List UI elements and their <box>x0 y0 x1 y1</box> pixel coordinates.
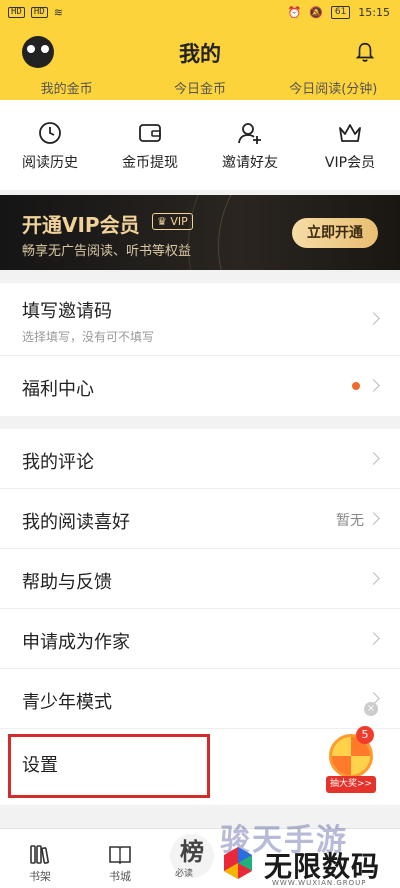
teen-mode-row[interactable]: 青少年模式 <box>0 669 400 729</box>
watermark-url: WWW.WUXIAN.GROUP <box>272 879 367 887</box>
row-label: 我的评论 <box>22 452 94 473</box>
lottery-count-badge: 5 <box>356 726 374 744</box>
reading-preference-row[interactable]: 我的阅读喜好 暂无 <box>0 489 400 549</box>
header: HD HD ≋ ⏰ 🔕 61 15:15 我的 我的金币 今日金币 今日阅读(分… <box>0 0 400 100</box>
stat-label: 今日金币 <box>173 82 226 97</box>
quick-actions: 阅读历史 金币提现 邀请好友 VIP会员 <box>0 100 400 190</box>
row-label: 帮助与反馈 <box>22 572 112 593</box>
invite-friends-button[interactable]: 邀请好友 <box>200 100 300 190</box>
lottery-label: 抽大奖>> <box>326 776 376 793</box>
crown-icon <box>339 124 361 142</box>
status-bar: HD HD ≋ ⏰ 🔕 61 15:15 <box>0 0 400 28</box>
stats-row: 我的金币 今日金币 今日阅读(分钟) <box>0 78 400 98</box>
watermark: 骏天手游 无限数码 WWW.WUXIAN.GROUP <box>200 815 400 888</box>
chevron-right-icon <box>367 511 380 525</box>
book-icon <box>109 846 131 865</box>
vip-subtitle: 畅享无广告阅读、听书等权益 <box>22 244 192 259</box>
page-title: 我的 <box>179 42 221 66</box>
tab-label: 书城 <box>109 870 131 883</box>
tab-ranking-label: 必读 <box>175 869 194 879</box>
row-subtitle: 选择填写，没有可不填写 <box>22 330 155 344</box>
become-writer-row[interactable]: 申请成为作家 <box>0 609 400 669</box>
watermark-logo-icon <box>224 847 252 879</box>
my-comments-row[interactable]: 我的评论 <box>0 429 400 489</box>
clock-time: 15:15 <box>358 6 390 19</box>
invite-code-row[interactable]: 填写邀请码 选择填写，没有可不填写 <box>0 283 400 356</box>
stat-label: 我的金币 <box>40 82 93 97</box>
row-label: 福利中心 <box>22 379 94 400</box>
withdraw-coins-button[interactable]: 金币提现 <box>100 100 200 190</box>
wallet-icon <box>139 124 161 142</box>
reading-history-button[interactable]: 阅读历史 <box>0 100 100 190</box>
quick-action-label: 阅读历史 <box>22 155 78 171</box>
row-label: 设置 <box>22 755 58 776</box>
wifi-icon: ≋ <box>53 6 63 19</box>
notification-dot <box>352 382 360 390</box>
row-label: 青少年模式 <box>22 692 112 713</box>
help-feedback-row[interactable]: 帮助与反馈 <box>0 549 400 609</box>
mute-icon: 🔕 <box>309 6 323 19</box>
quick-action-label: 邀请好友 <box>222 155 278 171</box>
bell-icon[interactable] <box>354 40 376 64</box>
vip-member-button[interactable]: VIP会员 <box>300 100 400 190</box>
title-bar: 我的 <box>0 30 400 76</box>
lottery-widget[interactable]: 5 抽大奖>> <box>326 726 376 794</box>
welfare-center-row[interactable]: 福利中心 <box>0 356 400 416</box>
vip-badge: ♛ VIP <box>152 213 193 230</box>
tab-bookstore[interactable]: 书城 <box>80 829 160 888</box>
chevron-right-icon <box>367 312 380 325</box>
open-vip-button[interactable]: 立即开通 <box>292 218 378 248</box>
chevron-right-icon <box>367 379 380 392</box>
battery-indicator: 61 <box>330 6 351 19</box>
row-value: 暂无 <box>336 512 364 529</box>
quick-action-label: VIP会员 <box>324 155 376 171</box>
stat-label: 今日阅读(分钟) <box>289 82 378 97</box>
bookshelf-icon <box>30 845 50 864</box>
tab-bookshelf[interactable]: 书架 <box>0 829 80 888</box>
alarm-icon: ⏰ <box>287 6 302 19</box>
chevron-right-icon <box>367 451 380 465</box>
row-label: 申请成为作家 <box>22 632 130 653</box>
chevron-right-icon <box>367 631 380 645</box>
clock-icon <box>39 122 61 144</box>
signal-indicator: HD <box>30 7 48 18</box>
signal-indicator: HD <box>8 7 25 18</box>
add-user-icon <box>238 123 261 144</box>
vip-banner[interactable]: 开通VIP会员 ♛ VIP 畅享无广告阅读、听书等权益 立即开通 <box>0 195 400 270</box>
row-label: 填写邀请码 <box>22 301 112 322</box>
menu-group: 填写邀请码 选择填写，没有可不填写 福利中心 <box>0 283 400 416</box>
vip-title: 开通VIP会员 <box>22 213 140 237</box>
chevron-right-icon <box>367 571 380 585</box>
close-icon[interactable]: × <box>364 702 378 716</box>
quick-action-label: 金币提现 <box>122 155 178 171</box>
row-label: 我的阅读喜好 <box>22 512 130 533</box>
tab-label: 书架 <box>29 870 51 883</box>
